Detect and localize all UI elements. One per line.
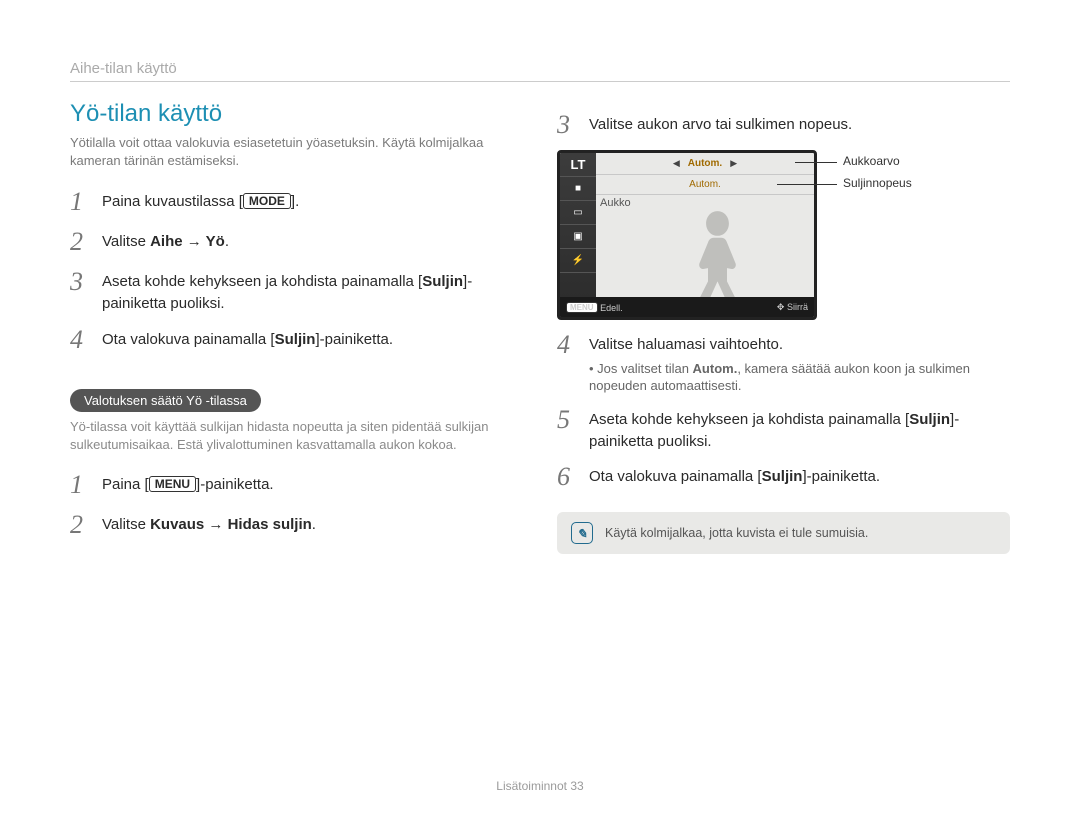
left-column: Yö-tilan käyttö Yötilalla voit ottaa val… bbox=[70, 100, 523, 554]
step-number: 4 bbox=[70, 325, 92, 355]
aperture-value: Autom. bbox=[688, 158, 722, 169]
footer-section: Lisätoiminnot bbox=[496, 779, 567, 793]
mode-key: MODE bbox=[243, 193, 291, 209]
info-icon: ✎ bbox=[571, 522, 593, 544]
right-column: 3 Valitse aukon arvo tai sulkimen nopeus… bbox=[557, 100, 1010, 554]
footer-page-number: 33 bbox=[570, 779, 583, 793]
manual-page: Aihe-tilan käyttö Yö-tilan käyttö Yötila… bbox=[0, 0, 1080, 815]
flash-icon: ⚡ bbox=[560, 249, 596, 273]
subsection-text: Yö-tilassa voit käyttää sulkijan hidasta… bbox=[70, 418, 523, 454]
step-text: Paina [MENU]-painiketta. bbox=[102, 470, 274, 496]
step-number: 3 bbox=[557, 110, 579, 140]
lcd-side-icons: LT ■ ▭ ▣ ⚡ bbox=[560, 153, 596, 317]
step-2b: 2 Valitse Kuvaus → Hidas suljin. bbox=[70, 510, 523, 540]
exposure-icon: ▭ bbox=[560, 201, 596, 225]
edell-label: Edell. bbox=[600, 303, 623, 313]
timer-icon: ▣ bbox=[560, 225, 596, 249]
step-number: 1 bbox=[70, 187, 92, 217]
step-3r: 3 Valitse aukon arvo tai sulkimen nopeus… bbox=[557, 110, 1010, 140]
camera-lcd: LT ■ ▭ ▣ ⚡ ◀ Autom. ▶ bbox=[557, 150, 817, 320]
lcd-second-row: Autom. bbox=[596, 175, 814, 195]
two-columns: Yö-tilan käyttö Yötilalla voit ottaa val… bbox=[70, 100, 1010, 554]
step-text: Valitse Aihe → Yö. bbox=[102, 227, 229, 253]
lt-badge: LT bbox=[560, 153, 596, 177]
step-subnote: • Jos valitset tilan Autom., kamera säät… bbox=[589, 360, 1010, 395]
step-text: Valitse Kuvaus → Hidas suljin. bbox=[102, 510, 316, 536]
step-3a: 3 Aseta kohde kehykseen ja kohdista pain… bbox=[70, 267, 523, 315]
step-number: 2 bbox=[70, 227, 92, 257]
step-text: Paina kuvaustilassa [MODE]. bbox=[102, 187, 299, 213]
step-text: Ota valokuva painamalla [Suljin]-painike… bbox=[102, 325, 393, 351]
step-number: 2 bbox=[70, 510, 92, 540]
legend-line-2 bbox=[777, 184, 837, 185]
legend-line-1 bbox=[795, 162, 837, 163]
legend-suljinnopeus: Suljinnopeus bbox=[843, 176, 912, 190]
step-number: 5 bbox=[557, 405, 579, 435]
chevron-right-icon: ▶ bbox=[730, 158, 737, 169]
lcd-aukko-label: Aukko bbox=[600, 197, 631, 209]
menu-key: MENU bbox=[149, 476, 196, 492]
step-2a: 2 Valitse Aihe → Yö. bbox=[70, 227, 523, 257]
menu-key-small: MENU bbox=[566, 302, 598, 313]
page-footer: Lisätoiminnot 33 bbox=[0, 779, 1080, 793]
breadcrumb: Aihe-tilan käyttö bbox=[70, 60, 1010, 82]
note-text: Käytä kolmijalkaa, jotta kuvista ei tule… bbox=[605, 526, 868, 540]
step-number: 6 bbox=[557, 462, 579, 492]
step-1b: 1 Paina [MENU]-painiketta. bbox=[70, 470, 523, 500]
step-5r: 5 Aseta kohde kehykseen ja kohdista pain… bbox=[557, 405, 1010, 453]
step-text: Valitse haluamasi vaihtoehto. • Jos vali… bbox=[589, 330, 1010, 395]
legend-aukkoarvo: Aukkoarvo bbox=[843, 154, 900, 168]
step-number: 1 bbox=[70, 470, 92, 500]
step-number: 3 bbox=[70, 267, 92, 297]
section-heading: Yö-tilan käyttö bbox=[70, 100, 523, 128]
lcd-bottom-bar: MENU Edell. ✥ Siirrä bbox=[560, 297, 814, 317]
step-text: Valitse aukon arvo tai sulkimen nopeus. bbox=[589, 110, 852, 136]
step-4r: 4 Valitse haluamasi vaihtoehto. • Jos va… bbox=[557, 330, 1010, 395]
aperture-spinner: ◀ Autom. ▶ bbox=[596, 153, 814, 175]
lcd-top-row: ◀ Autom. ▶ bbox=[596, 153, 814, 175]
step-number: 4 bbox=[557, 330, 579, 360]
shutter-value: Autom. bbox=[596, 175, 814, 195]
siirra-label: Siirrä bbox=[787, 302, 808, 312]
step-text: Ota valokuva painamalla [Suljin]-painike… bbox=[589, 462, 880, 488]
step-6r: 6 Ota valokuva painamalla [Suljin]-paini… bbox=[557, 462, 1010, 492]
step-4a: 4 Ota valokuva painamalla [Suljin]-paini… bbox=[70, 325, 523, 355]
subsection-pill: Valotuksen säätö Yö -tilassa bbox=[70, 389, 261, 412]
step-text: Aseta kohde kehykseen ja kohdista painam… bbox=[589, 405, 1010, 453]
tip-note: ✎ Käytä kolmijalkaa, jotta kuvista ei tu… bbox=[557, 512, 1010, 554]
chevron-left-icon: ◀ bbox=[673, 158, 680, 169]
intro-text: Yötilalla voit ottaa valokuvia esiasetet… bbox=[70, 134, 523, 169]
move-icon: ✥ bbox=[777, 302, 785, 312]
step-1a: 1 Paina kuvaustilassa [MODE]. bbox=[70, 187, 523, 217]
lcd-figure: LT ■ ▭ ▣ ⚡ ◀ Autom. ▶ bbox=[557, 150, 1010, 320]
step-text: Aseta kohde kehykseen ja kohdista painam… bbox=[102, 267, 523, 315]
record-icon: ■ bbox=[560, 177, 596, 201]
